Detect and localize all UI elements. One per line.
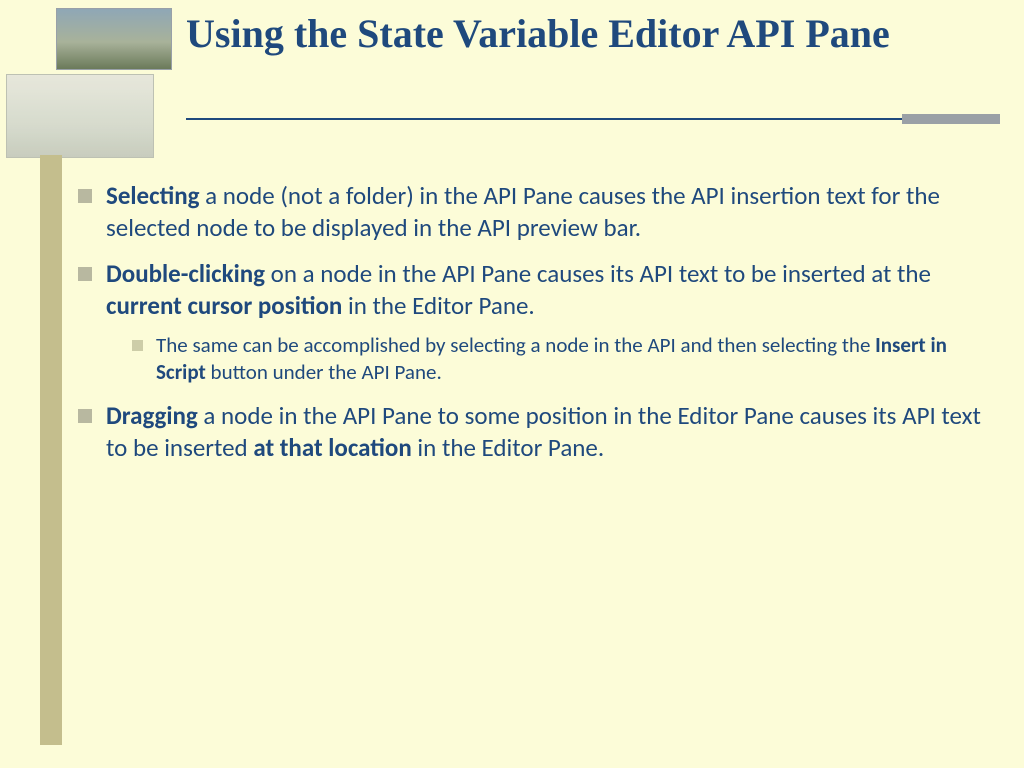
sub-bullet-item: The same can be accomplished by selectin… — [106, 332, 992, 386]
title-underline — [186, 118, 1000, 120]
slide-title: Using the State Variable Editor API Pane — [186, 12, 1000, 57]
slide-title-block: Using the State Variable Editor API Pane — [186, 12, 1000, 57]
bullet-item: Dragging a node in the API Pane to some … — [78, 400, 992, 464]
bullet-bold: Double-clicking — [106, 258, 265, 289]
bullet-text: The same can be accomplished by selectin… — [156, 332, 875, 358]
slide-body: Selecting a node (not a folder) in the A… — [78, 180, 992, 478]
bullet-text: a node (not a folder) in the API Pane ca… — [106, 180, 940, 243]
bullet-bold: at that location — [253, 432, 411, 463]
bullet-text: in the Editor Pane. — [342, 290, 534, 321]
left-vertical-bar — [40, 155, 62, 745]
header-image-chart — [6, 74, 154, 158]
header-image-dam — [56, 8, 172, 70]
bullet-text: on a node in the API Pane causes its API… — [265, 258, 931, 289]
bullet-bold: Dragging — [106, 400, 198, 431]
bullet-item: Selecting a node (not a folder) in the A… — [78, 180, 992, 244]
bullet-text: in the Editor Pane. — [412, 432, 604, 463]
bullet-bold: Selecting — [106, 180, 200, 211]
title-underline-accent — [902, 114, 1000, 124]
bullet-bold: current cursor position — [106, 290, 342, 321]
bullet-text: button under the API Pane. — [206, 359, 442, 385]
bullet-item: Double-clicking on a node in the API Pan… — [78, 258, 992, 386]
